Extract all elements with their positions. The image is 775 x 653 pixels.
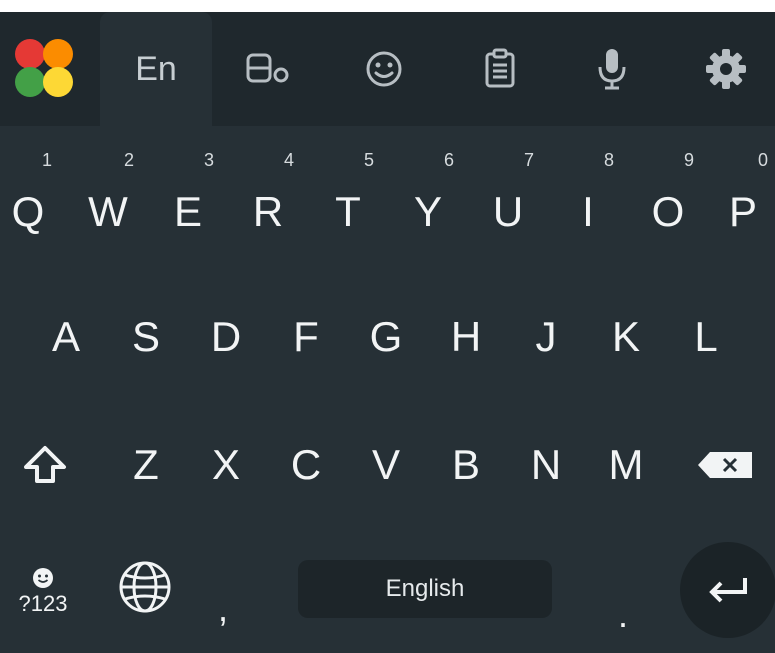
key-e[interactable]: 3E — [158, 148, 218, 258]
key-u[interactable]: 7U — [478, 148, 538, 258]
key-l[interactable]: L — [676, 282, 736, 392]
key-label: N — [530, 441, 562, 488]
key-label: Z — [133, 441, 159, 488]
key-c[interactable]: C — [276, 410, 336, 520]
key-label: A — [51, 313, 80, 360]
keyboard: En 1 Q 2 W 3 E 4 R 5 T 6 Y 7 U 8 I 9 O 0… — [0, 12, 775, 653]
clipboard-button[interactable] — [460, 12, 540, 126]
settings-button[interactable] — [686, 12, 766, 126]
app-logo-button[interactable] — [0, 12, 90, 126]
key-row-2: A S D F G H J K L — [0, 282, 775, 392]
key-hint: 0 — [757, 150, 768, 170]
key-label: K — [611, 313, 640, 360]
key-x[interactable]: X — [196, 410, 256, 520]
tab-language[interactable]: En — [100, 12, 212, 126]
shift-icon — [24, 446, 66, 483]
key-v[interactable]: V — [356, 410, 416, 520]
key-label: I — [582, 188, 594, 235]
comma-key[interactable]: , — [218, 588, 228, 630]
key-label: Q — [11, 188, 45, 235]
comma-key-label: , — [218, 588, 229, 629]
symbols-key-label: ?123 — [18, 591, 68, 616]
key-d[interactable]: D — [196, 282, 256, 392]
gear-icon — [706, 49, 746, 89]
key-hint: 6 — [443, 150, 454, 170]
key-label: T — [335, 188, 361, 235]
key-h[interactable]: H — [436, 282, 496, 392]
key-p[interactable]: 0P — [714, 148, 772, 258]
key-hint: 5 — [363, 150, 374, 170]
keyboard-toolbar: En — [0, 12, 775, 126]
key-label: E — [173, 188, 202, 235]
key-label: W — [88, 188, 128, 235]
key-i[interactable]: 8I — [558, 148, 618, 258]
key-label: G — [369, 313, 403, 360]
emoji-icon — [366, 51, 402, 87]
emoji-button[interactable] — [344, 12, 424, 126]
clipboard-icon — [485, 48, 515, 88]
key-label: O — [651, 188, 685, 235]
key-label: L — [694, 313, 718, 360]
key-o[interactable]: 9O — [638, 148, 698, 258]
microphone-button[interactable] — [572, 12, 652, 126]
key-label: F — [293, 313, 319, 360]
text-style-icon — [246, 53, 289, 83]
language-switch-key[interactable] — [110, 532, 180, 642]
key-label: R — [252, 188, 284, 235]
emoji-small-icon — [33, 568, 53, 588]
key-label: J — [535, 313, 557, 360]
key-hint: 3 — [203, 150, 214, 170]
microphone-icon — [598, 49, 626, 90]
key-label: Y — [413, 188, 442, 235]
space-bar[interactable]: English — [298, 560, 552, 618]
key-hint: 9 — [683, 150, 694, 170]
text-style-button[interactable] — [228, 12, 308, 126]
language-tab-label: En — [135, 49, 177, 88]
app-logo-icon — [15, 39, 75, 99]
key-label: C — [290, 441, 322, 488]
key-j[interactable]: J — [516, 282, 576, 392]
enter-icon — [709, 578, 747, 603]
key-label: D — [210, 313, 242, 360]
key-n[interactable]: N — [516, 410, 576, 520]
key-label: U — [492, 188, 524, 235]
key-a[interactable]: A — [36, 282, 96, 392]
key-k[interactable]: K — [596, 282, 656, 392]
key-label: P — [728, 188, 757, 235]
key-row-1: 1Q 2W 3E 4R 5T 6Y 7U 8I 9O 0P — [0, 148, 775, 258]
key-label: M — [608, 441, 644, 488]
key-f[interactable]: F — [276, 282, 336, 392]
key-label: S — [131, 313, 160, 360]
key-label: V — [371, 441, 400, 488]
period-key-label: . — [618, 594, 629, 635]
shift-key[interactable] — [10, 410, 80, 520]
key-m[interactable]: M — [596, 410, 656, 520]
space-bar-label: English — [385, 575, 465, 602]
key-row-3: Z X C V B N M — [0, 410, 775, 520]
key-label: H — [450, 313, 482, 360]
key-label: X — [211, 441, 240, 488]
backspace-icon — [698, 452, 752, 478]
key-r[interactable]: 4R — [238, 148, 298, 258]
key-z[interactable]: Z — [116, 410, 176, 520]
key-q[interactable]: 1Q — [0, 148, 56, 258]
key-hint: 7 — [523, 150, 534, 170]
key-hint: 8 — [603, 150, 614, 170]
symbols-key[interactable]: ?123 — [8, 557, 78, 627]
period-key[interactable]: . — [618, 594, 628, 636]
key-t[interactable]: 5T — [318, 148, 378, 258]
key-hint: 4 — [283, 150, 294, 170]
key-y[interactable]: 6Y — [398, 148, 458, 258]
enter-key[interactable] — [680, 542, 775, 638]
key-hint: 1 — [41, 150, 52, 170]
key-b[interactable]: B — [436, 410, 496, 520]
key-w[interactable]: 2W — [78, 148, 138, 258]
key-hint: 2 — [123, 150, 134, 170]
key-g[interactable]: G — [356, 282, 416, 392]
key-label: B — [451, 441, 480, 488]
globe-icon — [119, 561, 171, 613]
backspace-key[interactable] — [690, 410, 760, 520]
key-s[interactable]: S — [116, 282, 176, 392]
